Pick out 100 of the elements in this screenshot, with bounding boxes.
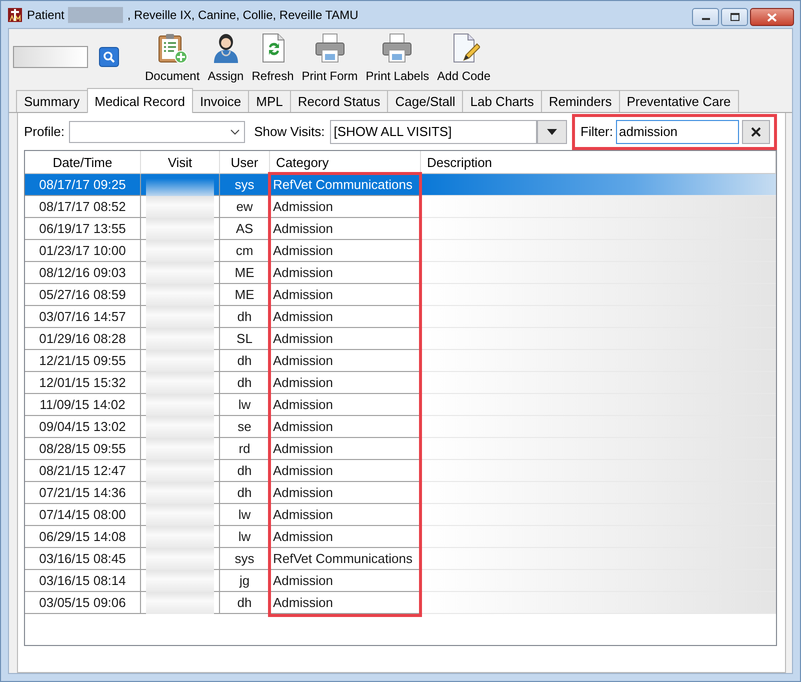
field-label: Show Visits: bbox=[254, 124, 325, 139]
minimize-button[interactable] bbox=[692, 8, 719, 26]
table-row[interactable]: 07/14/15 08:00 lw Admission bbox=[25, 504, 776, 526]
table-row[interactable]: 12/01/15 15:32 dh Admission bbox=[25, 372, 776, 394]
table-row[interactable]: 08/17/17 09:25 sys RefVet Communications bbox=[25, 174, 776, 196]
toolbar-button[interactable]: Print Labels bbox=[362, 32, 434, 83]
redacted-block bbox=[68, 6, 124, 22]
printer-icon bbox=[381, 32, 414, 64]
redacted-block bbox=[146, 438, 214, 460]
table-cell: rd bbox=[220, 438, 270, 460]
table-cell: jg bbox=[220, 570, 270, 592]
chevron-down-icon bbox=[230, 128, 240, 134]
table-row[interactable]: 11/09/15 14:02 lw Admission bbox=[25, 394, 776, 416]
app-logo-icon bbox=[7, 6, 23, 22]
table-cell: Admission bbox=[270, 350, 421, 372]
table-row[interactable]: 05/27/16 08:59 ME Admission bbox=[25, 284, 776, 306]
table-cell: lw bbox=[220, 394, 270, 416]
table-cell: RefVet Communications bbox=[270, 548, 421, 570]
column-header[interactable]: Category bbox=[270, 151, 421, 174]
table-cell: Admission bbox=[270, 328, 421, 350]
table-row[interactable]: 03/16/15 08:45 sys RefVet Communications bbox=[25, 548, 776, 570]
close-button[interactable] bbox=[750, 8, 794, 26]
table-cell: dh bbox=[220, 372, 270, 394]
table-cell: dh bbox=[220, 460, 270, 482]
table-cell: 03/07/16 14:57 bbox=[25, 306, 141, 328]
table-row[interactable]: 01/29/16 08:28 SL Admission bbox=[25, 328, 776, 350]
search-field[interactable] bbox=[13, 46, 88, 68]
table-cell: 06/19/17 13:55 bbox=[25, 218, 141, 240]
table-row[interactable]: 08/21/15 12:47 dh Admission bbox=[25, 460, 776, 482]
redacted-block bbox=[146, 218, 214, 240]
table-row[interactable]: 01/23/17 10:00 cm Admission bbox=[25, 240, 776, 262]
redacted-block bbox=[146, 196, 214, 218]
table-cell: 07/14/15 08:00 bbox=[25, 504, 141, 526]
table-row[interactable]: 06/29/15 14:08 lw Admission bbox=[25, 526, 776, 548]
tab[interactable]: Medical Record bbox=[86, 88, 193, 113]
table-cell: 12/01/15 15:32 bbox=[25, 372, 141, 394]
table-cell: 07/21/15 14:36 bbox=[25, 482, 141, 504]
table-cell: Admission bbox=[270, 306, 421, 328]
clear-filter-button[interactable] bbox=[742, 120, 770, 144]
table-cell: 03/16/15 08:45 bbox=[25, 548, 141, 570]
toolbar-button[interactable]: Add Code bbox=[433, 32, 495, 83]
table-cell: ew bbox=[220, 196, 270, 218]
table-cell: lw bbox=[220, 504, 270, 526]
table-cell: ME bbox=[220, 284, 270, 306]
redacted-block bbox=[146, 394, 214, 416]
table-row[interactable]: 09/04/15 13:02 se Admission bbox=[25, 416, 776, 438]
toolbar-button[interactable]: Print Form bbox=[298, 32, 362, 83]
table-cell: Admission bbox=[270, 394, 421, 416]
table-cell: Admission bbox=[270, 504, 421, 526]
table-row[interactable]: 03/05/15 09:06 dh Admission bbox=[25, 592, 776, 614]
toolbar-button[interactable]: Refresh bbox=[248, 32, 298, 83]
filter-input[interactable]: admission bbox=[616, 120, 739, 144]
redacted-block bbox=[146, 350, 214, 372]
table-row[interactable]: 03/16/15 08:14 jg Admission bbox=[25, 570, 776, 592]
table-row[interactable]: 08/28/15 09:55 rd Admission bbox=[25, 438, 776, 460]
table-cell: dh bbox=[220, 592, 270, 614]
redacted-block bbox=[146, 416, 214, 438]
table-cell: cm bbox=[220, 240, 270, 262]
close-icon bbox=[767, 12, 777, 22]
table-row[interactable]: 08/12/16 09:03 ME Admission bbox=[25, 262, 776, 284]
table-cell: 08/17/17 09:25 bbox=[25, 174, 141, 196]
table-cell: 12/21/15 09:55 bbox=[25, 350, 141, 372]
table-row[interactable]: 03/07/16 14:57 dh Admission bbox=[25, 306, 776, 328]
tab[interactable]: Cage/Stall bbox=[387, 90, 464, 112]
tab[interactable]: Preventative Care bbox=[618, 90, 739, 112]
dropdown-button[interactable] bbox=[536, 120, 566, 144]
table-cell: 08/17/17 08:52 bbox=[25, 196, 141, 218]
field-label: Profile: bbox=[24, 124, 64, 139]
table-row[interactable]: 08/17/17 08:52 ew Admission bbox=[25, 196, 776, 218]
tab[interactable]: Summary bbox=[16, 90, 88, 112]
redacted-block bbox=[146, 482, 214, 504]
table-cell: Admission bbox=[270, 218, 421, 240]
search-button[interactable] bbox=[99, 47, 119, 67]
table-cell: AS bbox=[220, 218, 270, 240]
redacted-block bbox=[146, 548, 214, 570]
table-cell: Admission bbox=[270, 526, 421, 548]
redacted-block bbox=[146, 284, 214, 306]
table-cell: 09/04/15 13:02 bbox=[25, 416, 141, 438]
table-cell: Admission bbox=[270, 196, 421, 218]
table-cell: Admission bbox=[270, 570, 421, 592]
table-cell: Admission bbox=[270, 240, 421, 262]
table-row[interactable]: 12/21/15 09:55 dh Admission bbox=[25, 350, 776, 372]
table-cell: 01/23/17 10:00 bbox=[25, 240, 141, 262]
table-row[interactable]: 07/21/15 14:36 dh Admission bbox=[25, 482, 776, 504]
table-cell: 11/09/15 14:02 bbox=[25, 394, 141, 416]
toolbar-button[interactable]: Assign bbox=[204, 32, 248, 83]
table-cell: Admission bbox=[270, 438, 421, 460]
toolbar-button[interactable]: Document bbox=[141, 32, 204, 83]
table-cell: Admission bbox=[270, 416, 421, 438]
table-row[interactable]: 06/19/17 13:55 AS Admission bbox=[25, 218, 776, 240]
table-cell: 05/27/16 08:59 bbox=[25, 284, 141, 306]
table-cell: dh bbox=[220, 482, 270, 504]
table-cell: Admission bbox=[270, 284, 421, 306]
redacted-block bbox=[146, 306, 214, 328]
table-cell: sys bbox=[220, 174, 270, 196]
table-cell: Admission bbox=[270, 372, 421, 394]
maximize-button[interactable] bbox=[721, 8, 748, 26]
table-cell: 06/29/15 14:08 bbox=[25, 526, 141, 548]
show-visits-dropdown[interactable]: [SHOW ALL VISITS] bbox=[330, 120, 537, 144]
redacted-block bbox=[146, 460, 214, 482]
